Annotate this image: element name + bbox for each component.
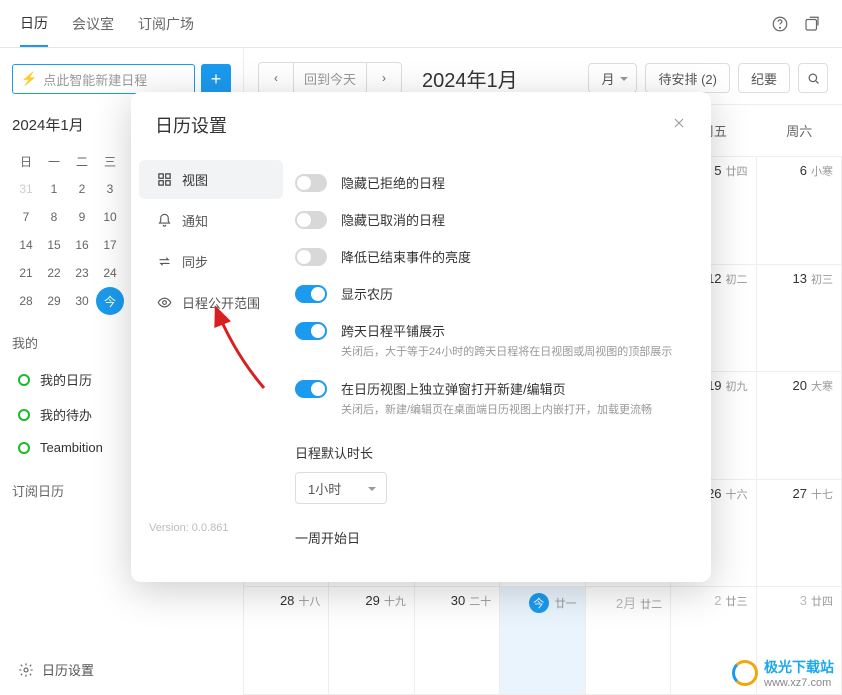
watermark-logo-icon [732,660,758,686]
label-tile-multi: 跨天日程平铺展示 [341,321,691,340]
close-button[interactable] [671,115,687,136]
modal-content: 隐藏已拒绝的日程 隐藏已取消的日程 降低已结束事件的亮度 显示农历 [291,154,711,582]
label-popup-edit: 在日历视图上独立弹窗打开新建/编辑页 [341,379,691,398]
grid-icon [157,172,172,187]
toggle-hide-cancelled[interactable] [295,211,327,229]
settings-tab-scope[interactable]: 日程公开范围 [139,283,283,322]
eye-icon [157,295,172,310]
label-dim-ended: 降低已结束事件的亮度 [341,247,691,266]
settings-tab-sync[interactable]: 同步 [139,242,283,281]
label-week-start: 一周开始日 [295,528,691,547]
watermark: 极光下载站 www.xz7.com [732,657,834,689]
toggle-tile-multi[interactable] [295,322,327,340]
settings-modal: 日历设置 视图 通知 同步 [131,92,711,582]
modal-sidebar: 视图 通知 同步 日程公开范围 Version: 0.0.861 [131,154,291,582]
label-show-lunar: 显示农历 [341,284,691,303]
label-hide-cancelled: 隐藏已取消的日程 [341,210,691,229]
toggle-show-lunar[interactable] [295,285,327,303]
version-text: Version: 0.0.861 [131,522,291,534]
settings-tab-view[interactable]: 视图 [139,160,283,199]
settings-tab-notify[interactable]: 通知 [139,201,283,240]
sync-icon [157,254,172,269]
modal-overlay: 日历设置 视图 通知 同步 [0,48,842,695]
tab-meeting-room[interactable]: 会议室 [72,2,114,46]
toggle-hide-rejected[interactable] [295,174,327,192]
toggle-dim-ended[interactable] [295,248,327,266]
tab-calendar[interactable]: 日历 [20,1,48,47]
toggle-popup-edit[interactable] [295,380,327,398]
label-default-duration: 日程默认时长 [295,443,691,462]
default-duration-select[interactable]: 1小时 [295,472,387,504]
bell-icon [157,213,172,228]
header-tabs: 日历 会议室 订阅广场 [0,0,842,48]
label-hide-rejected: 隐藏已拒绝的日程 [341,173,691,192]
close-icon [671,115,687,131]
desc-popup-edit: 关闭后，新建/编辑页在桌面端日历视图上内嵌打开，加载更流畅 [341,402,691,419]
tab-subscribe[interactable]: 订阅广场 [138,2,194,46]
desc-tile-multi: 关闭后，大于等于24小时的跨天日程将在日视图或周视图的顶部展示 [341,344,691,361]
modal-title: 日历设置 [155,112,227,138]
help-icon[interactable] [770,14,790,34]
new-window-icon[interactable] [802,14,822,34]
